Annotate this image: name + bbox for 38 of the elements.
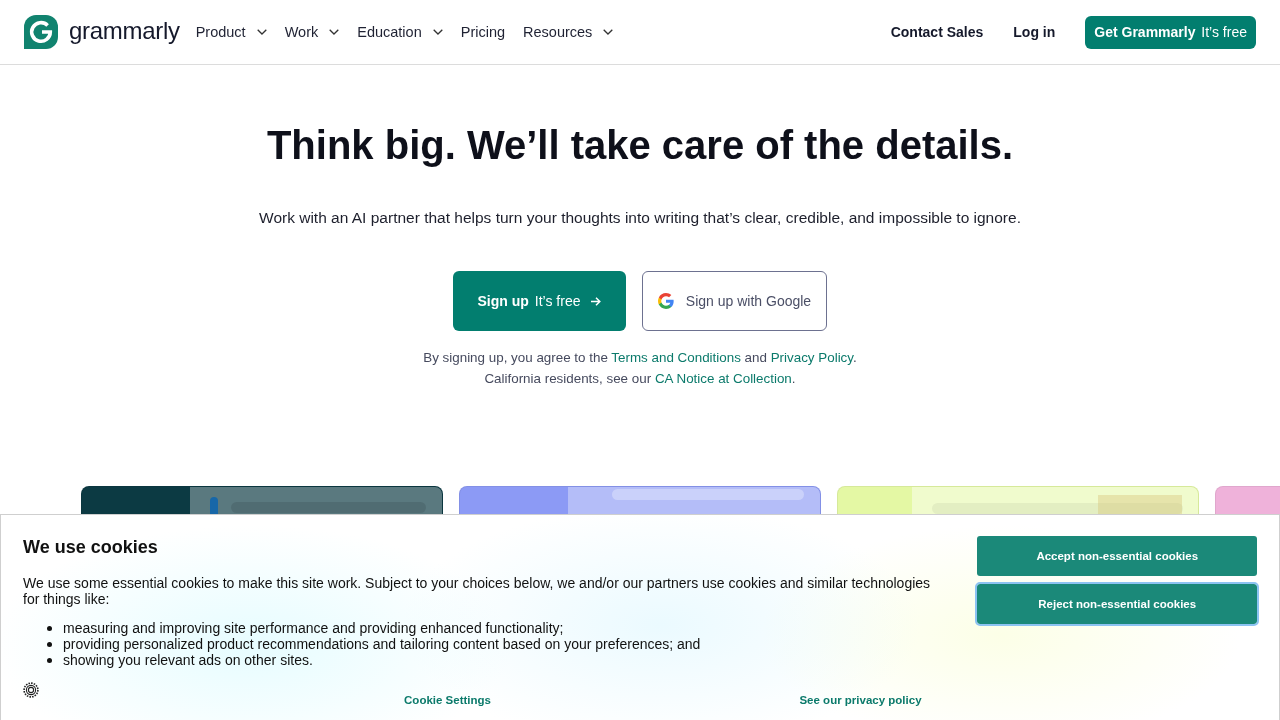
google-g-icon <box>657 293 674 309</box>
google-sign-up-button[interactable]: Sign up with Google <box>642 271 827 331</box>
banner-link[interactable]: Cookie Settings <box>404 693 491 707</box>
chevron-down-icon <box>329 29 340 35</box>
cookie-description: We use some essential cookies to make this site work. Subject to your choices below, we and/or our partners use cookies and similar technologies for things like: <box>23 575 932 607</box>
cookie-purpose-item: measuring and improving site performance and providing enhanced functionality; <box>63 620 564 636</box>
sign-up-button[interactable]: Sign up It’s free <box>453 271 626 331</box>
header-link[interactable]: Contact Sales <box>890 24 984 40</box>
header-link[interactable]: Log in <box>1013 24 1056 40</box>
bullet-icon <box>47 641 52 647</box>
get-grammarly-button[interactable]: Get Grammarly It’s free <box>1085 15 1256 49</box>
bullet-icon <box>47 625 52 631</box>
cookie-banner-title: We use cookies <box>23 536 159 558</box>
legal-link[interactable]: CA Notice at Collection <box>654 371 792 386</box>
nav-menu-item[interactable]: Resources <box>523 24 614 40</box>
hero-subtitle: Work with an AI partner that helps turn your thoughts into writing that’s clear, credible, and impossible to ignore. <box>259 208 1021 228</box>
legal-notice: By signing up, you agree to the Terms and Conditions and Privacy Policy. <box>423 349 857 367</box>
chevron-down-icon <box>256 29 267 35</box>
legal-link[interactable]: Terms and Conditions <box>611 350 741 365</box>
chevron-down-icon <box>603 29 614 35</box>
logo-icon <box>24 15 58 49</box>
cookie-consent-button[interactable]: Reject non-essential cookies <box>977 584 1257 624</box>
nav-menu-item[interactable]: Product <box>195 24 267 40</box>
nav-menu-item[interactable]: Education <box>357 24 443 40</box>
cookie-purpose-item: showing you relevant ads on other sites. <box>63 652 313 668</box>
legal-link[interactable]: Privacy Policy <box>770 350 853 365</box>
gear-icon[interactable] <box>23 682 39 698</box>
nav-menu-item[interactable]: Pricing <box>460 24 506 40</box>
cookie-purpose-item: providing personalized product recommendations and tailoring content based on your preferences; and <box>63 636 701 652</box>
banner-link[interactable]: See our privacy policy <box>799 693 922 707</box>
nav-menu-item[interactable]: Work <box>284 24 340 40</box>
legal-notice: California residents, see our CA Notice at Collection. <box>483 370 797 388</box>
arrow-right-icon <box>591 296 602 306</box>
hero-headline: Think big. We’ll take care of the details. <box>266 122 1014 169</box>
chevron-down-icon <box>432 29 443 35</box>
cookie-consent-button[interactable]: Accept non-essential cookies <box>977 536 1257 576</box>
bullet-icon <box>47 657 52 663</box>
home-link[interactable]: grammarly <box>24 15 180 49</box>
